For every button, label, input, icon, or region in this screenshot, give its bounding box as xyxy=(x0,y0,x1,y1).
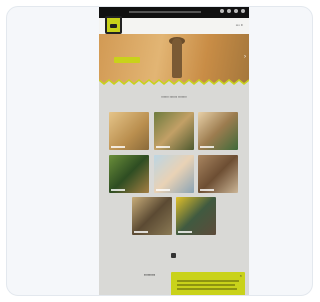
animal-photo-tile[interactable] xyxy=(109,155,149,193)
social-icon[interactable] xyxy=(220,9,224,13)
social-icon[interactable] xyxy=(241,9,245,13)
photo-caption xyxy=(200,146,214,148)
animal-photo-tile[interactable] xyxy=(198,112,238,150)
animal-photo-tile[interactable] xyxy=(154,155,194,193)
photo-caption xyxy=(178,231,192,233)
cookie-text xyxy=(177,284,235,286)
cookie-text xyxy=(177,280,239,282)
animal-photo-tile[interactable] xyxy=(198,155,238,193)
hero-next-arrow-icon[interactable]: › xyxy=(244,54,246,60)
social-links[interactable] xyxy=(220,9,245,13)
cookie-text xyxy=(177,288,237,290)
website-screenshot: ▪▪▪ ≡ › ▪▪▪▪▪▪ ▪▪▪▪▪▪ ▪▪▪▪▪▪▪ ▪▪▪▪▪▪▪▪▪ … xyxy=(99,7,249,295)
animal-photo-tile[interactable] xyxy=(109,112,149,150)
social-icon[interactable] xyxy=(227,9,231,13)
photo-caption xyxy=(200,189,214,191)
animal-photo-tile[interactable] xyxy=(132,197,172,235)
photo-caption xyxy=(156,189,170,191)
top-bar-links[interactable] xyxy=(129,11,201,13)
section-heading: ▪▪▪▪▪▪ ▪▪▪▪▪▪ ▪▪▪▪▪▪▪ xyxy=(161,95,187,99)
footer-heading: ▪▪▪▪▪▪▪▪▪ xyxy=(144,273,156,277)
section-icon xyxy=(171,253,176,258)
hero-button[interactable] xyxy=(114,57,140,63)
zigzag-divider xyxy=(99,79,249,85)
close-icon[interactable]: × xyxy=(240,273,242,278)
photo-caption xyxy=(134,231,148,233)
preview-card: ▪▪▪ ≡ › ▪▪▪▪▪▪ ▪▪▪▪▪▪ ▪▪▪▪▪▪▪ ▪▪▪▪▪▪▪▪▪ … xyxy=(6,6,313,296)
meerkat-image xyxy=(172,38,182,78)
photo-caption xyxy=(156,146,170,148)
photo-caption xyxy=(111,146,125,148)
logo-icon[interactable] xyxy=(105,16,122,34)
hero-banner: › xyxy=(99,34,249,84)
photo-caption xyxy=(111,189,125,191)
cookie-banner: × xyxy=(171,272,245,295)
animal-photo-tile[interactable] xyxy=(154,112,194,150)
animal-photo-tile[interactable] xyxy=(176,197,216,235)
social-icon[interactable] xyxy=(234,9,238,13)
menu-button[interactable]: ▪▪▪ ≡ xyxy=(236,23,243,27)
